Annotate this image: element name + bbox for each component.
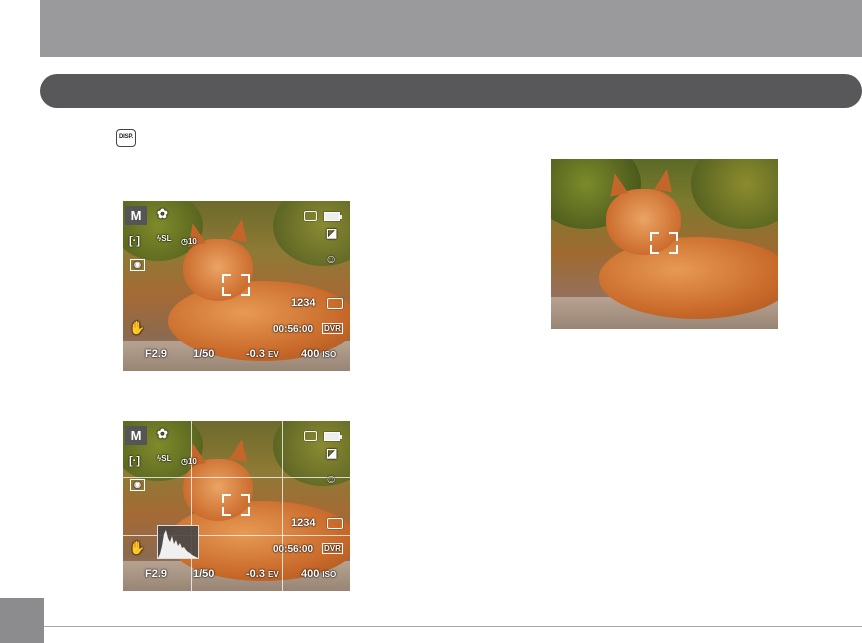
focus-frame (222, 274, 250, 296)
memory-card-icon (304, 211, 317, 221)
ev-unit: EV (268, 350, 279, 359)
iso-setting: 400 ISO (301, 568, 336, 580)
af-area-icon: [·] (129, 455, 140, 467)
disp-label: DISP. (119, 134, 133, 140)
memory-card-icon (304, 431, 317, 441)
flash-mode-label: SL (161, 234, 172, 243)
aperture-value: F2.9 (145, 568, 168, 580)
macro-icon: ✿ (157, 426, 168, 441)
lcd-screen-grid-histogram: M ✿ [·] ϟSL ◷10 ◉ ◪ ☺ 1234 ✋ 00:56:00 DV… (123, 421, 350, 591)
exposure-compensation: -0.3 EV (246, 568, 279, 580)
image-size-icon (327, 298, 343, 309)
iso-unit: ISO (322, 570, 337, 579)
self-timer-icon: ◷10 (181, 237, 197, 246)
cat-ear (654, 167, 676, 193)
histogram-icon (157, 525, 199, 559)
stabilizer-icon: ✋ (129, 540, 146, 555)
disp-icon: DISP. (116, 129, 136, 147)
cat-ear (229, 437, 251, 463)
battery-icon (324, 432, 342, 441)
stabilizer-icon: ✋ (129, 320, 146, 335)
iso-unit: ISO (322, 350, 337, 359)
video-size-icon: DVR (322, 543, 343, 554)
section-bar (40, 74, 862, 108)
record-time: 00:56:00 (273, 544, 314, 555)
histogram-graph (158, 530, 198, 558)
face-detect-icon: ☺ (325, 472, 338, 486)
metering-icon: ◉ (130, 259, 145, 271)
shots-remaining: 1234 (291, 517, 316, 529)
shooting-mode-indicator: M (125, 426, 147, 445)
white-balance-icon: ◪ (326, 226, 338, 240)
footer-line (44, 626, 862, 627)
cat-ear (229, 217, 251, 243)
page-tab (0, 598, 44, 643)
shots-remaining: 1234 (291, 297, 316, 309)
aperture-value: F2.9 (145, 348, 168, 360)
macro-icon: ✿ (157, 206, 168, 221)
focus-frame (222, 494, 250, 516)
self-timer-label: 10 (187, 237, 197, 246)
iso-setting: 400 ISO (301, 348, 336, 360)
grid-line (282, 421, 283, 591)
image-size-icon (327, 518, 343, 529)
lcd-screen-no-display (551, 159, 778, 329)
flash-mode-label: SL (161, 454, 172, 463)
flash-slow-sync-icon: ϟSL (157, 454, 172, 463)
iso-value: 400 (301, 568, 320, 580)
grid-line (191, 421, 192, 591)
grid-line (123, 477, 350, 478)
video-format-label: DVR (324, 544, 341, 553)
self-timer-icon: ◷10 (181, 457, 197, 466)
shutter-speed-value: 1/50 (193, 348, 215, 360)
ev-unit: EV (268, 570, 279, 579)
af-area-icon: [·] (129, 235, 140, 247)
video-size-icon: DVR (322, 323, 343, 334)
video-format-label: DVR (324, 324, 341, 333)
battery-icon (324, 212, 342, 221)
shooting-mode-indicator: M (125, 206, 147, 225)
header-band (40, 0, 862, 57)
ev-value: -0.3 (246, 348, 265, 360)
exposure-compensation: -0.3 EV (246, 348, 279, 360)
iso-value: 400 (301, 348, 320, 360)
ev-value: -0.3 (246, 568, 265, 580)
record-time: 00:56:00 (273, 324, 314, 335)
flash-slow-sync-icon: ϟSL (157, 234, 172, 243)
metering-icon: ◉ (130, 479, 145, 491)
face-detect-icon: ☺ (325, 252, 338, 266)
lcd-screen-full-display: M ✿ [·] ϟSL ◷10 ◉ ◪ ☺ 1234 ✋ 00:56:00 DV… (123, 201, 350, 371)
shutter-speed-value: 1/50 (193, 568, 215, 580)
white-balance-icon: ◪ (326, 446, 338, 460)
self-timer-label: 10 (187, 457, 197, 466)
focus-frame (650, 232, 678, 254)
